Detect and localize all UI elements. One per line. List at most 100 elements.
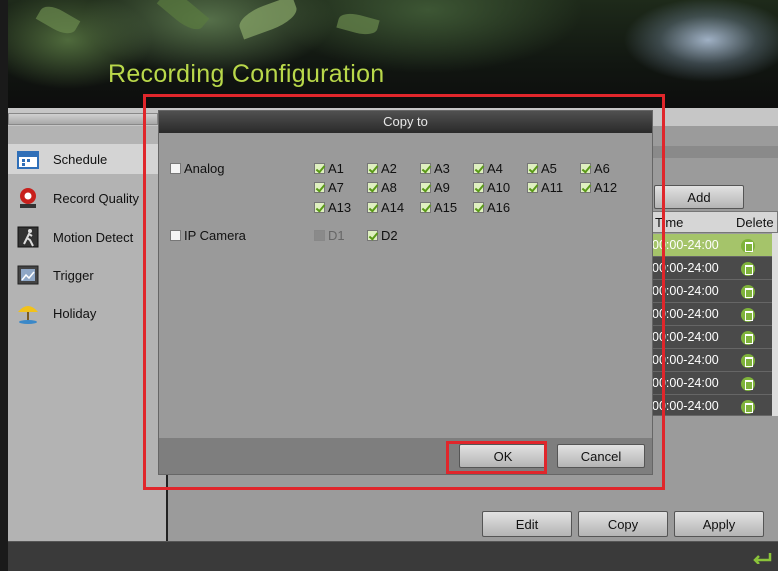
time-cell: 00:00-24:00: [652, 238, 719, 252]
trigger-icon: [16, 264, 40, 286]
channel-checkbox-a10[interactable]: A10: [473, 180, 510, 195]
channel-checkbox-a1[interactable]: A1: [314, 161, 344, 176]
checkbox-box[interactable]: [473, 202, 484, 213]
sidebar-item-record-quality[interactable]: Record Quality: [8, 183, 168, 213]
checkbox-box[interactable]: [367, 202, 378, 213]
channel-label: D1: [328, 228, 345, 243]
channel-checkbox-a2[interactable]: A2: [367, 161, 397, 176]
edit-button[interactable]: Edit: [482, 511, 572, 537]
channel-checkbox-a7[interactable]: A7: [314, 180, 344, 195]
checkbox-box[interactable]: [367, 230, 378, 241]
delete-icon[interactable]: [741, 285, 755, 299]
checkbox-box: [314, 230, 325, 241]
delete-icon[interactable]: [741, 400, 755, 414]
sidebar-item-label: Record Quality: [53, 190, 139, 206]
channel-checkbox-a3[interactable]: A3: [420, 161, 450, 176]
sidebar-item-label: Schedule: [53, 151, 108, 167]
channel-label: A2: [381, 161, 397, 176]
leaf-decoration: [336, 10, 380, 38]
checkbox-box[interactable]: [580, 163, 591, 174]
time-cell: 00:00-24:00: [652, 399, 719, 413]
time-cell: 00:00-24:00: [652, 261, 719, 275]
time-cell: 00:00-24:00: [652, 330, 719, 344]
checkbox-box[interactable]: [314, 163, 325, 174]
cancel-button[interactable]: Cancel: [557, 444, 645, 468]
add-button[interactable]: Add: [654, 185, 744, 209]
channel-checkbox-a12[interactable]: A12: [580, 180, 617, 195]
channel-label: A4: [487, 161, 503, 176]
delete-icon[interactable]: [741, 354, 755, 368]
checkbox-box[interactable]: [473, 163, 484, 174]
channel-checkbox-a5[interactable]: A5: [527, 161, 557, 176]
column-header-time: Time: [655, 215, 684, 230]
time-cell: 00:00-24:00: [652, 376, 719, 390]
app-window: Recording Configuration Schedule Record …: [8, 0, 778, 571]
time-cell: 00:00-24:00: [652, 307, 719, 321]
checkbox-box[interactable]: [420, 202, 431, 213]
copy-button[interactable]: Copy: [578, 511, 668, 537]
checkbox-box[interactable]: [367, 163, 378, 174]
table-row[interactable]: 00:00-24:00: [652, 372, 772, 395]
sidebar-item-motion-detect[interactable]: Motion Detect: [8, 222, 168, 252]
table-row[interactable]: 00:00-24:00: [652, 234, 772, 257]
table-scrollbar[interactable]: [772, 233, 778, 416]
channel-checkbox-a11[interactable]: A11: [527, 180, 563, 195]
delete-icon[interactable]: [741, 331, 755, 345]
channel-checkbox-a14[interactable]: A14: [367, 200, 404, 215]
ok-button[interactable]: OK: [459, 444, 547, 468]
table-row[interactable]: 00:00-24:00: [652, 280, 772, 303]
checkbox-box[interactable]: [580, 182, 591, 193]
channel-label: A5: [541, 161, 557, 176]
sidebar-item-trigger[interactable]: Trigger: [8, 260, 168, 290]
channel-label: A14: [381, 200, 405, 215]
table-row[interactable]: 00:00-24:00: [652, 395, 772, 416]
channel-label: A3: [434, 161, 450, 176]
time-cell: 00:00-24:00: [652, 284, 719, 298]
analog-checkbox[interactable]: Analog: [170, 161, 224, 176]
dialog-title: Copy to: [159, 111, 652, 133]
record-icon: [16, 187, 40, 209]
channel-checkbox-a8[interactable]: A8: [367, 180, 397, 195]
schedule-table: Time Delete 00:00-24:00 00:00-24:00 00:0…: [652, 211, 778, 416]
ip-camera-label: IP Camera: [184, 228, 246, 243]
table-row[interactable]: 00:00-24:00: [652, 326, 772, 349]
checkbox-box[interactable]: [420, 182, 431, 193]
header-banner: Recording Configuration: [8, 0, 778, 108]
checkbox-box[interactable]: [170, 163, 181, 174]
tab-bar: [8, 113, 158, 125]
table-row[interactable]: 00:00-24:00: [652, 257, 772, 280]
channel-label: A11: [541, 180, 564, 195]
channel-checkbox-a9[interactable]: A9: [420, 180, 450, 195]
sidebar-item-schedule[interactable]: Schedule: [8, 144, 168, 174]
sidebar-item-holiday[interactable]: Holiday: [8, 298, 168, 328]
checkbox-box[interactable]: [527, 163, 538, 174]
checkbox-box[interactable]: [367, 182, 378, 193]
analog-label: Analog: [184, 161, 225, 176]
checkbox-box[interactable]: [314, 202, 325, 213]
delete-icon[interactable]: [741, 377, 755, 391]
status-bar: [8, 541, 778, 571]
channel-label: A12: [594, 180, 618, 195]
channel-checkbox-a4[interactable]: A4: [473, 161, 503, 176]
channel-checkbox-a15[interactable]: A15: [420, 200, 457, 215]
checkbox-box[interactable]: [314, 182, 325, 193]
copy-to-dialog: Copy to Analog A1 A2 A3 A4 A5 A6 A7 A8 A…: [158, 110, 653, 475]
checkbox-box[interactable]: [527, 182, 538, 193]
delete-icon[interactable]: [741, 308, 755, 322]
ip-camera-checkbox[interactable]: IP Camera: [170, 228, 246, 243]
checkbox-box[interactable]: [170, 230, 181, 241]
motion-icon: [16, 226, 40, 248]
delete-icon[interactable]: [741, 239, 755, 253]
table-row[interactable]: 00:00-24:00: [652, 303, 772, 326]
checkbox-box[interactable]: [420, 163, 431, 174]
channel-checkbox-a16[interactable]: A16: [473, 200, 510, 215]
checkbox-box[interactable]: [473, 182, 484, 193]
back-arrow-icon[interactable]: [752, 550, 772, 564]
leaf-decoration: [235, 0, 301, 40]
apply-button[interactable]: Apply: [674, 511, 764, 537]
channel-checkbox-a6[interactable]: A6: [580, 161, 610, 176]
delete-icon[interactable]: [741, 262, 755, 276]
table-row[interactable]: 00:00-24:00: [652, 349, 772, 372]
channel-checkbox-d2[interactable]: D2: [367, 228, 398, 243]
channel-checkbox-a13[interactable]: A13: [314, 200, 351, 215]
